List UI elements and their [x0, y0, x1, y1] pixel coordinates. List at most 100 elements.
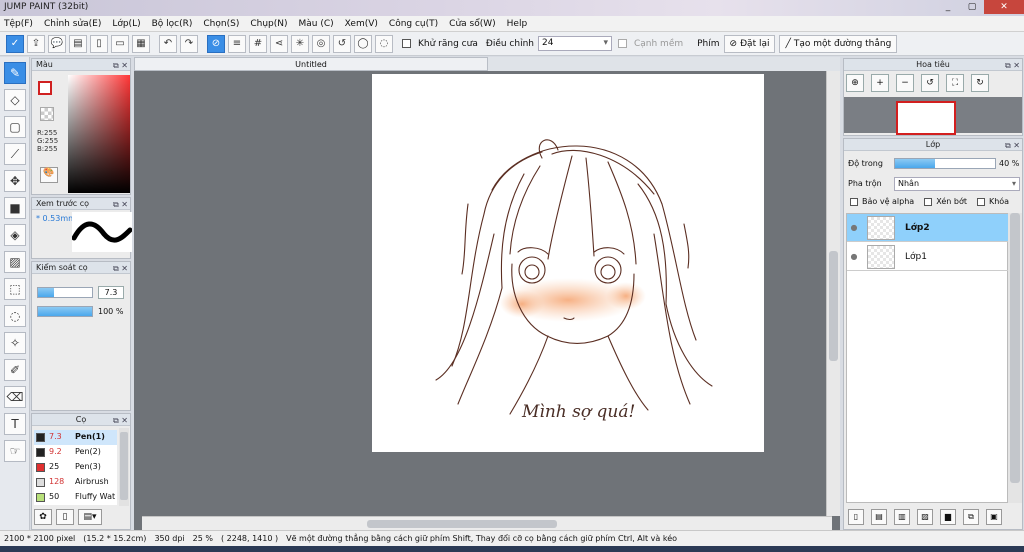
radial-ruler-icon[interactable]: ✳ [291, 34, 309, 53]
rectangle-tool-icon[interactable]: ▢ [4, 116, 26, 138]
grid-panel-icon[interactable]: ▦ [132, 34, 150, 53]
new-layer-icon[interactable]: ▯ [848, 509, 864, 525]
lock-option[interactable]: Khóa [976, 197, 1009, 206]
message-icon[interactable]: ▤ [69, 34, 87, 53]
menu-window[interactable]: Cửa sổ(W) [449, 19, 495, 29]
panel-controls-icon[interactable]: ⧉ ✕ [113, 263, 128, 275]
reset-button[interactable]: ⊘ Đặt lại [723, 34, 776, 53]
menu-select[interactable]: Chọn(S) [203, 19, 239, 29]
menu-filter[interactable]: Bộ lọc(R) [152, 19, 193, 29]
brush-list-scrollbar[interactable] [119, 428, 129, 506]
panel-controls-icon[interactable]: ⧉ ✕ [1005, 60, 1020, 72]
lock-checkbox[interactable] [976, 197, 985, 206]
new-halftone-layer-icon[interactable]: ▤ [871, 509, 887, 525]
palette-icon[interactable]: 🎨 [40, 167, 58, 183]
rotate-left-icon[interactable]: ↺ [921, 74, 939, 92]
layer-row-1[interactable]: ● Lớp1 [847, 243, 1009, 271]
drawing-canvas[interactable]: Mình sợ quá! [372, 74, 764, 452]
brush-item[interactable]: 50 Fluffy Wat [34, 490, 117, 505]
no-ruler-icon[interactable]: ⊘ [207, 34, 225, 53]
brush-item[interactable]: 9.2 Pen(2) [34, 445, 117, 460]
curve-ruler-icon[interactable]: ↺ [333, 34, 351, 53]
navigator-thumbnail[interactable] [896, 101, 956, 135]
export-icon[interactable]: ⇪ [27, 34, 45, 53]
panel-controls-icon[interactable]: ⧉ ✕ [113, 415, 128, 427]
redo-icon[interactable]: ↷ [180, 34, 198, 53]
transparent-color-swatch[interactable] [40, 107, 54, 121]
comment-icon[interactable]: 💬 [48, 34, 66, 53]
folder-icon[interactable]: ▆ [940, 509, 956, 525]
menu-layer[interactable]: Lớp(L) [112, 19, 140, 29]
menu-color[interactable]: Màu (C) [299, 19, 334, 29]
brush-list-scroll-thumb[interactable] [120, 432, 128, 500]
brush-size-slider[interactable] [37, 287, 93, 298]
menu-help[interactable]: Help [507, 19, 528, 29]
brush-menu-icon[interactable]: ▤▾ [78, 509, 102, 525]
zoom-fit-icon[interactable]: ⊕ [846, 74, 864, 92]
protect-alpha-option[interactable]: Bảo vệ alpha [850, 197, 914, 206]
foreground-color-swatch[interactable] [38, 81, 52, 95]
concentric-ruler-icon[interactable]: ◎ [312, 34, 330, 53]
parallel-ruler-icon[interactable]: ≡ [228, 34, 246, 53]
canvas-horizontal-scrollbar[interactable] [142, 516, 832, 530]
straight-line-button[interactable]: ╱ Tạo một đường thẳng [779, 34, 898, 53]
undo-icon[interactable]: ↶ [159, 34, 177, 53]
smooth-checkbox[interactable] [617, 39, 627, 48]
maximize-button[interactable]: ▢ [960, 0, 984, 14]
fit-window-icon[interactable]: ⛶ [946, 74, 964, 92]
clip-option[interactable]: Xén bớt [924, 197, 967, 206]
line-tool-icon[interactable]: ⟋ [4, 143, 26, 165]
brush-opacity-slider[interactable] [37, 306, 93, 317]
canvas-vertical-scrollbar[interactable] [826, 71, 840, 516]
layer-row-2[interactable]: ● Lớp2 [847, 214, 1009, 242]
brush-tool-icon[interactable]: ✎ [4, 62, 26, 84]
circle-ruler-icon[interactable]: ◌ [375, 34, 393, 53]
brush-item[interactable]: 7.3 Pen(1) [34, 430, 117, 445]
panel-controls-icon[interactable]: ⧉ ✕ [113, 199, 128, 211]
lasso-tool-icon[interactable]: ◌ [4, 305, 26, 327]
blend-mode-select[interactable]: Nhân [894, 177, 1020, 191]
hand-tool-icon[interactable]: ☞ [4, 440, 26, 462]
menu-view[interactable]: Xem(V) [345, 19, 378, 29]
page-icon[interactable]: ▯ [90, 34, 108, 53]
rotate-reset-icon[interactable]: ↻ [971, 74, 989, 92]
perspective-ruler-icon[interactable]: ⋖ [270, 34, 288, 53]
canvas-vscroll-thumb[interactable] [829, 251, 838, 361]
snap-icon[interactable]: ✓ [6, 34, 24, 53]
text-tool-icon[interactable]: T [4, 413, 26, 435]
protect-alpha-checkbox[interactable] [850, 197, 858, 206]
magic-wand-tool-icon[interactable]: ✧ [4, 332, 26, 354]
bucket-tool-icon[interactable]: ◈ [4, 224, 26, 246]
brush-size-input[interactable]: 7.3 [98, 286, 124, 299]
layer-list-scrollbar[interactable] [1008, 213, 1022, 503]
menu-file[interactable]: Tệp(F) [4, 19, 33, 29]
document-icon[interactable]: ▭ [111, 34, 129, 53]
layer-scroll-thumb[interactable] [1010, 213, 1020, 483]
gradient-tool-icon[interactable]: ▨ [4, 251, 26, 273]
select-eraser-tool-icon[interactable]: ⌫ [4, 386, 26, 408]
menu-capture[interactable]: Chụp(N) [250, 19, 287, 29]
visibility-icon[interactable]: ● [847, 252, 861, 261]
visibility-icon[interactable]: ● [847, 223, 861, 232]
brush-item[interactable]: 128 Airbrush [34, 475, 117, 490]
fill-rect-tool-icon[interactable]: ■ [4, 197, 26, 219]
document-tab[interactable]: Untitled [134, 57, 488, 71]
move-tool-icon[interactable]: ✥ [4, 170, 26, 192]
antialias-checkbox[interactable] [402, 39, 411, 48]
panel-controls-icon[interactable]: ⧉ ✕ [1005, 140, 1020, 152]
brush-item[interactable]: 25 Pen(3) [34, 460, 117, 475]
layer-opacity-slider[interactable] [894, 158, 996, 169]
saturation-picker[interactable] [68, 75, 130, 193]
menu-tools[interactable]: Công cụ(T) [389, 19, 438, 29]
select-rect-tool-icon[interactable]: ⬚ [4, 278, 26, 300]
raster-layer-icon[interactable]: ▨ [917, 509, 933, 525]
eraser-tool-icon[interactable]: ◇ [4, 89, 26, 111]
menu-edit[interactable]: Chỉnh sửa(E) [44, 19, 101, 29]
minimize-button[interactable]: _ [936, 0, 960, 14]
zoom-in-icon[interactable]: + [871, 74, 889, 92]
panel-controls-icon[interactable]: ⧉ ✕ [113, 60, 128, 72]
canvas-hscroll-thumb[interactable] [367, 520, 557, 528]
grid-ruler-icon[interactable]: # [249, 34, 267, 53]
clip-checkbox[interactable] [924, 197, 933, 206]
zoom-out-icon[interactable]: − [896, 74, 914, 92]
